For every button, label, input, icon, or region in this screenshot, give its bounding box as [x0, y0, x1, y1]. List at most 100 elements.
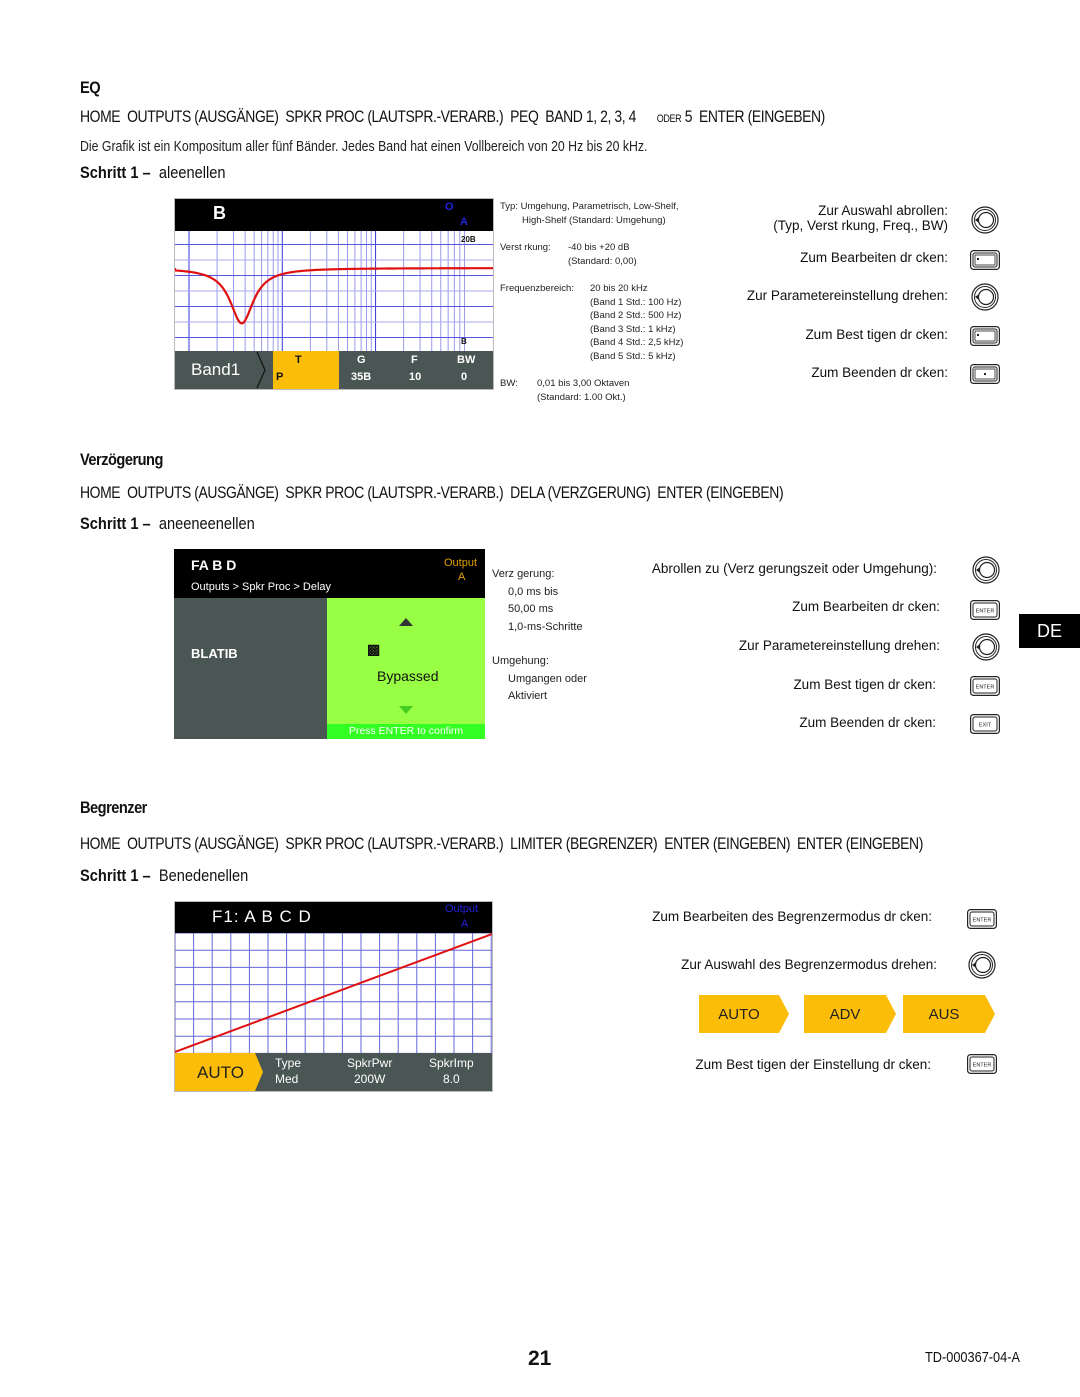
path-peq: PEQ — [510, 107, 539, 126]
param-gain[interactable]: G 35B — [347, 351, 377, 389]
step-text: aneeneenellen — [158, 514, 255, 533]
instr-text-2: (Typ, Verst rkung, Freq., BW) — [773, 218, 948, 233]
bw-label: BW: — [500, 378, 518, 389]
path-limiter: LIMITER (BEGRENZER) — [510, 834, 658, 853]
path-enter-1: ENTER (EINGEBEN) — [664, 834, 791, 853]
mode-option-aus[interactable]: AUS — [903, 995, 995, 1033]
step-label: Schritt 1 – — [80, 163, 151, 182]
confirm-hint: Press ENTER to confirm — [327, 724, 485, 739]
delay-output-label: Output — [444, 557, 478, 569]
eq-instr-2: Zum Bearbeiten dr cken: — [800, 250, 948, 265]
eq-notes: Typ: Umgehung, Parametrisch, Low-Shelf, … — [500, 200, 683, 404]
freq-default-4: (Band 4 Std.: 2,5 kHz) — [590, 337, 684, 348]
chevron-right-icon — [256, 351, 266, 389]
language-tab: DE — [1019, 614, 1080, 648]
rotary-knob-icon[interactable] — [971, 206, 999, 234]
eq-response-curve — [175, 267, 493, 325]
enter-button-icon[interactable] — [970, 250, 1000, 270]
freq-default-2: (Band 2 Std.: 500 Hz) — [590, 310, 682, 321]
rotary-knob-icon[interactable] — [972, 556, 1000, 584]
param-type-value: P — [276, 371, 284, 383]
svg-text:ENTER: ENTER — [976, 685, 995, 691]
rotary-knob-icon[interactable] — [968, 951, 996, 979]
eq-output-label: O — [445, 201, 454, 213]
limiter-transfer-line — [175, 933, 492, 1053]
delay-menu-path: HOME OUTPUTS (AUSGÄNGE) SPKR PROC (LAUTS… — [80, 483, 784, 503]
enter-button-icon[interactable]: ENTER — [967, 1054, 997, 1074]
exit-button-icon[interactable] — [970, 364, 1000, 384]
enter-button-icon[interactable]: ENTER — [967, 909, 997, 929]
freq-default-3: (Band 3 Std.: 1 kHz) — [590, 323, 676, 335]
delay-left-panel: BLATIB — [174, 598, 327, 739]
delay-line-3: 1,0-ms-Schritte — [508, 620, 583, 633]
enter-button-icon[interactable]: ENTER — [970, 600, 1000, 620]
typ-line2: High-Shelf (Standard: Umgehung) — [522, 214, 666, 226]
arrow-down-icon[interactable] — [399, 706, 413, 714]
bw-default: (Standard: 1.00 Okt.) — [537, 391, 626, 403]
delay-instr-3: Zur Parametereinstellung drehen: — [738, 638, 940, 653]
step-text: aleenellen — [158, 163, 226, 182]
mode-option-adv[interactable]: ADV — [804, 995, 896, 1033]
gain-label: Verst rkung: — [500, 242, 551, 253]
svg-text:ENTER: ENTER — [973, 1063, 992, 1069]
freq-label: Frequenzbereich: — [500, 283, 574, 294]
path-oder: ODER — [656, 113, 682, 125]
delay-value-text[interactable]: Bypassed — [377, 668, 438, 684]
path-enter: ENTER (EINGEBEN) — [698, 107, 825, 126]
delay-breadcrumb: Outputs > Spkr Proc > Delay — [191, 581, 332, 593]
eq-instr-1: Zur Auswahl abrollen: (Typ, Verst rkung,… — [773, 203, 948, 233]
freq-range: 20 bis 20 kHz — [590, 283, 648, 294]
limiter-instr-2: Zur Auswahl des Begrenzermodus drehen: — [681, 957, 937, 972]
param-freq[interactable]: F 10 — [405, 351, 435, 389]
param-spkrimp[interactable]: SpkrImp 8.0 — [429, 1055, 474, 1087]
arrow-up-icon[interactable] — [399, 618, 413, 626]
limiter-screen-header: F1: A B C D Output A — [175, 902, 492, 933]
svg-text:EXIT: EXIT — [979, 723, 992, 729]
path-outputs: OUTPUTS (AUSGÄNGE) — [127, 107, 279, 126]
path-outputs: OUTPUTS (AUSGÄNGE) — [127, 483, 279, 502]
path-bands: BAND 1, 2, 3, 4 — [545, 107, 637, 126]
delay-param-label[interactable]: BLATIB — [191, 646, 238, 661]
mode-option-auto[interactable]: AUTO — [699, 995, 789, 1033]
rotary-knob-icon[interactable] — [971, 283, 999, 311]
freq-default-5: (Band 5 Std.: 5 kHz) — [590, 350, 676, 362]
param-spkrpwr-value: 200W — [353, 1072, 386, 1086]
path-spkr-proc: SPKR PROC (LAUTSPR.-VERARB.) — [285, 107, 504, 126]
eq-screen-footer: Band1 T P G 35B F 10 BW 0 — [175, 351, 493, 389]
param-type[interactable]: Type Med — [275, 1055, 301, 1087]
param-bw-name: BW — [457, 354, 476, 366]
eq-graph — [175, 231, 493, 351]
param-spkrimp-name: SpkrImp — [429, 1056, 474, 1070]
exit-button-icon[interactable]: EXIT — [970, 714, 1000, 734]
instr-text: Zur Auswahl abrollen: — [818, 203, 948, 218]
eq-screen-header: B O A — [175, 199, 493, 231]
param-spkrpwr[interactable]: SpkrPwr 200W — [347, 1055, 392, 1087]
band-selector[interactable]: Band1 — [191, 360, 240, 380]
delay-value-glyph: ▩ — [367, 641, 381, 657]
enter-button-icon[interactable] — [970, 326, 1000, 346]
param-spkrpwr-name: SpkrPwr — [347, 1056, 393, 1070]
eq-description: Die Grafik ist ein Kompositum aller fünf… — [80, 138, 648, 155]
rotary-knob-icon[interactable] — [972, 633, 1000, 661]
document-id: TD-000367-04-A — [925, 1349, 1020, 1366]
limiter-mode-indicator[interactable]: AUTO — [175, 1053, 255, 1091]
limiter-graph — [175, 933, 492, 1053]
eq-instr-3: Zur Parametereinstellung drehen: — [746, 288, 948, 303]
gain-default: (Standard: 0,00) — [568, 255, 637, 267]
param-type-value: Med — [275, 1072, 299, 1086]
eq-heading: EQ — [80, 78, 101, 97]
path-home: HOME — [80, 834, 121, 853]
delay-heading: Verzögerung — [80, 450, 163, 469]
bypass-line-2: Aktiviert — [508, 690, 548, 702]
eq-screen-title: B — [213, 203, 226, 223]
delay-screen: FA B D Outputs > Spkr Proc > Delay Outpu… — [174, 549, 485, 739]
enter-button-icon[interactable]: ENTER — [970, 676, 1000, 696]
limiter-instr-3: Zum Best tigen der Einstellung dr cken: — [695, 1057, 931, 1072]
limiter-output-channel: A — [461, 918, 469, 930]
typ-label: Typ: — [500, 201, 518, 212]
bw-range: 0,01 bis 3,00 Oktaven — [537, 378, 630, 389]
param-type[interactable]: T P — [273, 351, 339, 389]
path-band5: 5 — [684, 107, 693, 126]
param-bw[interactable]: BW 0 — [455, 351, 485, 389]
limiter-menu-path: HOME OUTPUTS (AUSGÄNGE) SPKR PROC (LAUTS… — [80, 834, 923, 854]
